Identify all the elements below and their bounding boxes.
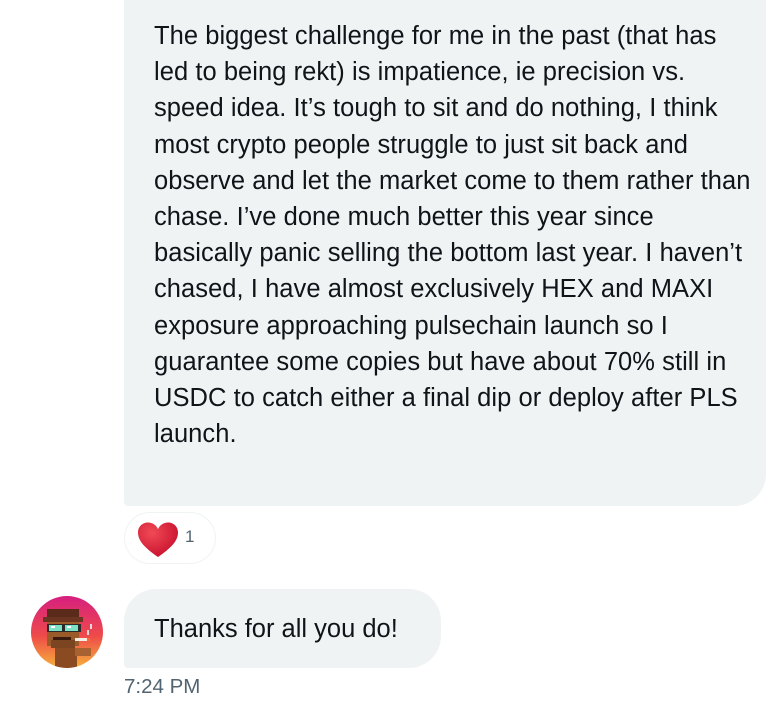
reaction-badge[interactable]: 1 <box>124 512 216 564</box>
pixel-art-avatar-icon <box>31 596 103 668</box>
message-text: Thanks for all you do! <box>154 615 398 643</box>
heart-icon <box>138 522 178 557</box>
message-bubble[interactable]: Thanks for all you do! <box>124 589 441 668</box>
reaction-count: 1 <box>185 527 195 546</box>
avatar[interactable] <box>31 596 103 668</box>
message-text: The biggest challenge for me in the past… <box>154 22 751 449</box>
message-timestamp: 7:24 PM <box>124 675 201 698</box>
dm-conversation: The biggest challenge for me in the past… <box>0 0 778 716</box>
message-bubble[interactable]: The biggest challenge for me in the past… <box>124 0 766 506</box>
